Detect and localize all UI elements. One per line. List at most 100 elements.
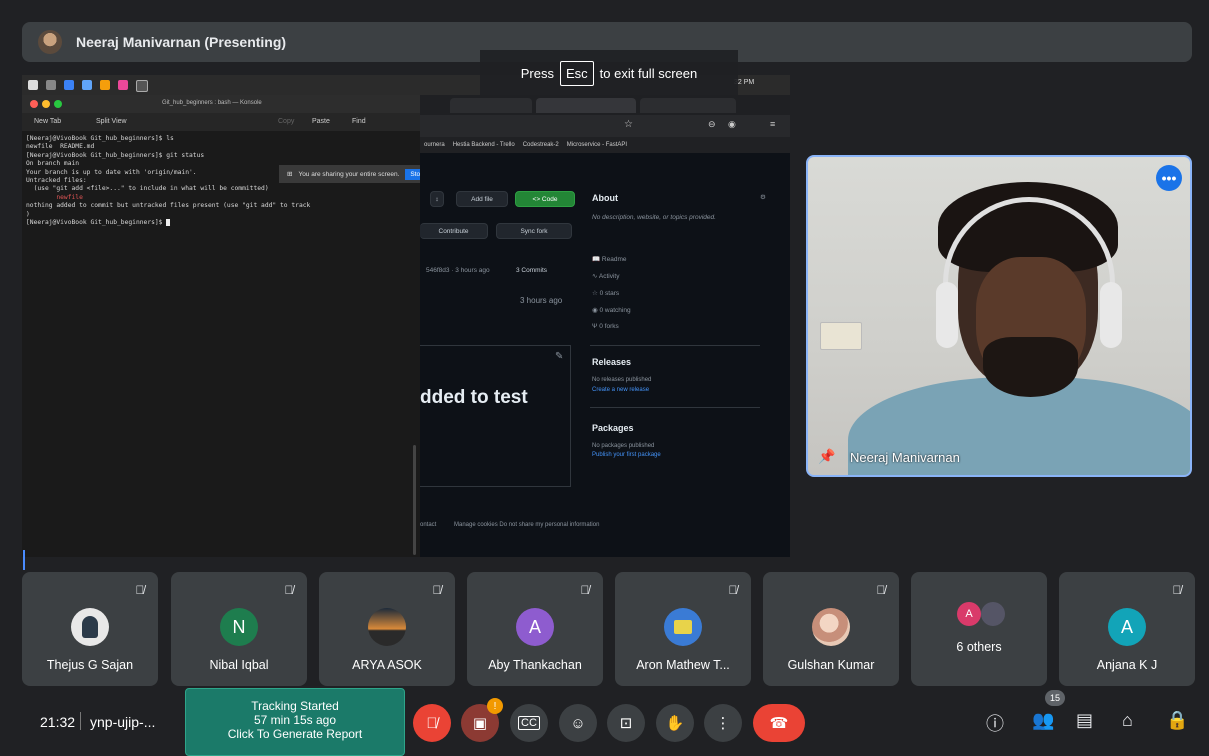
raise-hand-icon: ✋ — [665, 715, 685, 732]
sync-fork-button[interactable]: Sync fork — [496, 223, 572, 239]
settings-gear-icon[interactable]: ⚙ — [760, 193, 766, 201]
terminal-line: nothing added to commit but untracked fi… — [26, 202, 311, 210]
tracking-report-button[interactable]: Tracking Started 57 min 15s ago Click To… — [185, 688, 405, 756]
leave-call-button[interactable]: ☎ — [753, 704, 805, 742]
headphone-right — [1100, 282, 1122, 348]
edit-icon[interactable]: ✎ — [555, 351, 563, 362]
close-dot-icon[interactable] — [30, 100, 38, 108]
avatar — [812, 608, 850, 646]
captions-button[interactable]: CC — [510, 704, 548, 742]
terminal-scrollbar[interactable] — [413, 445, 416, 555]
activity-link[interactable]: ∿ Activity — [592, 272, 620, 280]
chat-icon[interactable]: ▤ — [1076, 710, 1093, 731]
bookmark-item[interactable]: Hestia Backend - Trello — [453, 142, 515, 148]
present-button[interactable]: ⊡ — [607, 704, 645, 742]
mic-off-icon: 🎙̸ — [432, 583, 442, 597]
releases-heading: Releases — [592, 357, 632, 367]
avatar: A — [516, 608, 554, 646]
host-controls-icon[interactable]: 🔒 — [1166, 710, 1188, 731]
activities-icon[interactable]: ⌂ — [1122, 710, 1133, 731]
divider — [80, 712, 81, 730]
app-icon — [64, 80, 74, 90]
browser-tabs — [420, 95, 790, 115]
emoji-button[interactable]: ☺ — [559, 704, 597, 742]
releases-empty: No releases published — [592, 377, 652, 383]
readme-link[interactable]: 📖 Readme — [592, 255, 626, 263]
participant-tile[interactable]: 🎙̸ A Anjana K J — [1059, 572, 1195, 686]
raise-hand-button[interactable]: ✋ — [656, 704, 694, 742]
menu-icon[interactable]: ≡ — [770, 119, 775, 129]
fullscreen-hint-after: to exit full screen — [599, 65, 698, 81]
copy-button[interactable]: Copy — [278, 118, 294, 125]
people-icon[interactable]: 👥 — [1032, 710, 1054, 731]
others-tile[interactable]: A 6 others — [911, 572, 1047, 686]
browser-tab[interactable] — [450, 98, 532, 113]
publish-package-link[interactable]: Publish your first package — [592, 452, 661, 458]
about-heading: About — [592, 193, 618, 203]
participant-name: Nibal Iqbal — [209, 658, 269, 672]
browser-tab-active[interactable] — [536, 98, 636, 113]
more-options-icon[interactable]: ••• — [1156, 165, 1182, 191]
meeting-code[interactable]: ynp-ujip-... — [90, 714, 155, 730]
participant-tile[interactable]: 🎙̸ Thejus G Sajan — [22, 572, 158, 686]
terminal-title: Git_hub_beginners : bash — Konsole — [162, 100, 262, 106]
participant-tile[interactable]: 🎙̸ A Aby Thankachan — [467, 572, 603, 686]
app-icon — [118, 80, 128, 90]
find-button[interactable]: Find — [352, 118, 366, 125]
presenter-avatar — [38, 30, 62, 54]
tracking-line-2: 57 min 15s ago — [253, 713, 337, 727]
headphone-left — [936, 282, 958, 348]
stars-link[interactable]: ☆ 0 stars — [592, 289, 619, 297]
wall-switch — [820, 322, 862, 350]
divider — [590, 407, 760, 408]
presenter-video-name: Neeraj Manivarnan — [850, 450, 960, 465]
forks-link[interactable]: Ψ 0 forks — [592, 323, 619, 330]
apple-icon — [28, 80, 38, 90]
profile-icon[interactable]: ◉ — [728, 119, 736, 130]
terminal-prompt: [Neeraj@VivoBook Git_hub_beginners]$ _ — [26, 219, 171, 227]
bookmark-star-icon[interactable]: ☆ — [624, 119, 633, 130]
new-tab-button[interactable]: New Tab — [34, 118, 61, 125]
others-count: 6 others — [956, 640, 1002, 654]
extension-icon[interactable]: ⊖ — [708, 119, 716, 130]
mic-off-button[interactable]: 🎙̸ — [413, 704, 451, 742]
more-options-button[interactable]: ⋮ — [704, 704, 742, 742]
app-icon — [46, 80, 56, 90]
avatar — [664, 608, 702, 646]
address-bar[interactable]: ☆ ⊖ ◉ ≡ — [420, 115, 790, 137]
fullscreen-hint: Press Esc to exit full screen — [480, 50, 738, 96]
browser-tab[interactable] — [640, 98, 736, 113]
bookmark-item[interactable]: Microservice - FastAPI — [567, 142, 627, 148]
commits-link[interactable]: 3 Commits — [516, 267, 547, 274]
split-view-button[interactable]: Split View — [96, 118, 127, 125]
camera-off-button[interactable]: ▣! — [461, 698, 503, 742]
participant-tile[interactable]: 🎙̸ ARYA ASOK — [319, 572, 455, 686]
terminal-line: [Neeraj@VivoBook Git_hub_beginners]$ git… — [26, 151, 205, 159]
participant-name: ARYA ASOK — [352, 658, 422, 672]
participant-tile[interactable]: 🎙̸ Aron Mathew T... — [615, 572, 751, 686]
last-updated: 3 hours ago — [520, 296, 563, 305]
app-icon — [136, 80, 148, 92]
maximize-dot-icon[interactable] — [54, 100, 62, 108]
branch-button[interactable]: ↕ — [430, 191, 444, 207]
watching-link[interactable]: ◉ 0 watching — [592, 306, 631, 314]
minimize-dot-icon[interactable] — [42, 100, 50, 108]
hang-up-icon: ☎ — [769, 715, 789, 732]
bookmark-item[interactable]: ournera — [424, 142, 445, 148]
info-icon[interactable]: ⓘ — [986, 710, 1004, 736]
code-button[interactable]: <> Code — [515, 191, 575, 207]
present-icon: ⊡ — [619, 715, 633, 732]
avatar — [981, 602, 1005, 626]
participant-tile[interactable]: 🎙̸ Gulshan Kumar — [763, 572, 899, 686]
pin-icon[interactable]: 📌 — [818, 448, 835, 465]
contribute-button[interactable]: Contribute — [420, 223, 488, 239]
paste-button[interactable]: Paste — [312, 118, 330, 125]
participant-name: Aby Thankachan — [488, 658, 582, 672]
create-release-link[interactable]: Create a new release — [592, 387, 649, 393]
participant-tile[interactable]: 🎙̸ N Nibal Iqbal — [171, 572, 307, 686]
bookmark-item[interactable]: Codestreak-2 — [523, 142, 559, 148]
footer-links[interactable]: Manage cookies Do not share my personal … — [454, 522, 599, 528]
footer-contact-link[interactable]: ontact — [420, 522, 436, 528]
add-file-button[interactable]: Add file — [456, 191, 508, 207]
presenter-video-tile[interactable]: ••• 📌 Neeraj Manivarnan — [806, 155, 1192, 477]
